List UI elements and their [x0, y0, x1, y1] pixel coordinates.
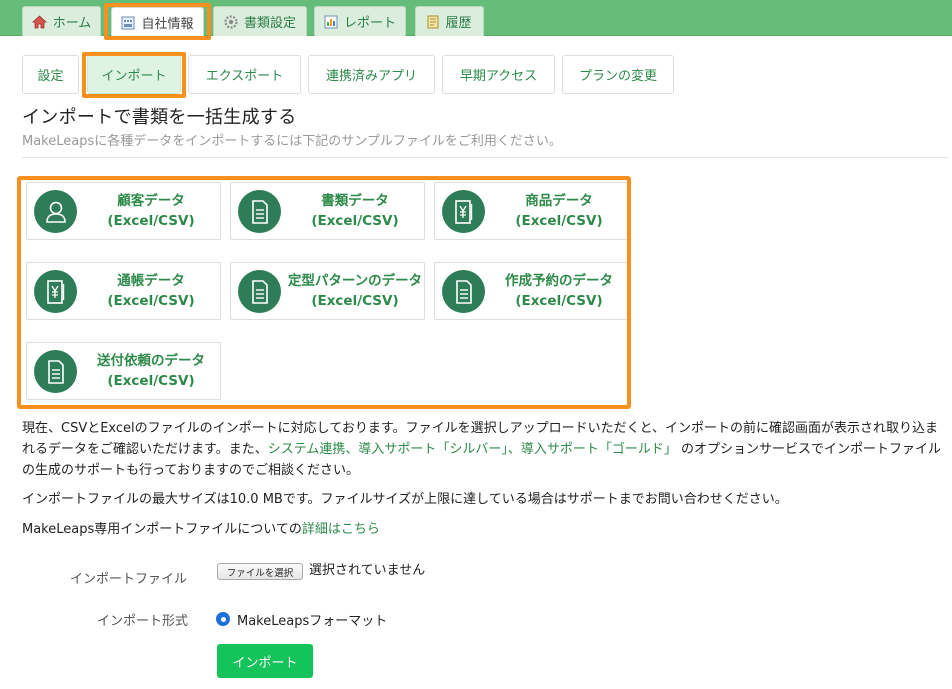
- card-passbook-data[interactable]: 通帳データ (Excel/CSV): [26, 262, 221, 320]
- card-send-request-data[interactable]: 送付依頼のデータ (Excel/CSV): [26, 342, 221, 400]
- tab-home[interactable]: ホーム: [22, 6, 101, 36]
- home-icon: [31, 14, 47, 29]
- choose-file-button[interactable]: ファイルを選択: [217, 563, 303, 580]
- subtab-import[interactable]: インポート: [87, 55, 181, 94]
- tab-label: 自社情報: [141, 17, 194, 32]
- tab-label: ホーム: [52, 16, 92, 31]
- subtab-early-access[interactable]: 早期アクセス: [442, 55, 555, 94]
- option-services-link[interactable]: システム連携、導入サポート「シルバー」、導入サポート「ゴールド」: [268, 442, 677, 457]
- page-title: インポートで書類を一括生成する: [22, 107, 297, 128]
- tab-label: 書類設定: [243, 16, 296, 31]
- tab-company-info[interactable]: 自社情報: [111, 7, 204, 37]
- gear-icon: [224, 14, 238, 29]
- card-scheduled-creation-data[interactable]: 作成予約のデータ (Excel/CSV): [434, 262, 629, 320]
- history-icon: [427, 15, 439, 29]
- card-label: 商品データ (Excel/CSV): [515, 193, 603, 229]
- subtab-settings[interactable]: 設定: [22, 55, 79, 94]
- import-button[interactable]: インポート: [217, 644, 313, 678]
- yen-book-icon: [442, 190, 485, 233]
- subtab-change-plan[interactable]: プランの変更: [562, 55, 674, 94]
- card-label: 定型パターンのデータ (Excel/CSV): [287, 273, 423, 309]
- tab-label: 履歴: [445, 16, 472, 31]
- card-recurring-pattern-data[interactable]: 定型パターンのデータ (Excel/CSV): [230, 262, 425, 320]
- report-icon: [324, 15, 338, 29]
- divider: [22, 157, 948, 158]
- card-label: 通帳データ (Excel/CSV): [107, 273, 195, 309]
- tab-label: レポート: [343, 16, 396, 31]
- subtab-export[interactable]: エクスポート: [188, 55, 301, 94]
- person-icon: [34, 190, 77, 233]
- top-nav-bar: ホーム 自社情報 書類設定 レポート 履歴: [0, 0, 952, 37]
- card-label: 作成予約のデータ (Excel/CSV): [505, 273, 613, 309]
- tab-document-settings[interactable]: 書類設定: [213, 6, 307, 36]
- document-icon: [238, 190, 281, 233]
- info-paragraph-formats: 現在、CSVとExcelのファイルのインポートに対応しております。ファイルを選択…: [22, 418, 950, 481]
- format-option-label: MakeLeapsフォーマット: [237, 614, 388, 629]
- document-icon: [238, 270, 281, 313]
- radio-dot: [220, 616, 226, 622]
- details-link[interactable]: 詳細はこちら: [302, 522, 380, 537]
- document-icon: [442, 270, 485, 313]
- file-status-text: 選択されていません: [309, 563, 426, 578]
- info-paragraph-max-size: インポートファイルの最大サイズは10.0 MBです。ファイルサイズが上限に達して…: [22, 492, 788, 507]
- card-label: 顧客データ (Excel/CSV): [107, 193, 195, 229]
- subtab-connected-apps[interactable]: 連携済みアプリ: [308, 55, 435, 94]
- card-document-data[interactable]: 書類データ (Excel/CSV): [230, 182, 425, 240]
- card-label: 書類データ (Excel/CSV): [311, 193, 399, 229]
- tab-history[interactable]: 履歴: [415, 6, 484, 36]
- format-radio-makeleaps[interactable]: [216, 612, 230, 626]
- card-product-data[interactable]: 商品データ (Excel/CSV): [434, 182, 629, 240]
- yen-book-icon: [34, 270, 77, 313]
- info-text: MakeLeaps専用インポートファイルについての: [22, 522, 302, 537]
- import-format-label: インポート形式: [97, 614, 189, 629]
- page-subtitle: MakeLeapsに各種データをインポートするには下記のサンプルファイルをご利用…: [22, 134, 562, 149]
- document-icon: [34, 350, 77, 393]
- tab-report[interactable]: レポート: [314, 6, 406, 36]
- info-paragraph-details: MakeLeaps専用インポートファイルについての詳細はこちら: [22, 519, 950, 540]
- company-icon: [121, 16, 135, 30]
- card-label: 送付依頼のデータ (Excel/CSV): [97, 353, 205, 389]
- import-file-label: インポートファイル: [70, 572, 188, 587]
- card-customer-data[interactable]: 顧客データ (Excel/CSV): [26, 182, 221, 240]
